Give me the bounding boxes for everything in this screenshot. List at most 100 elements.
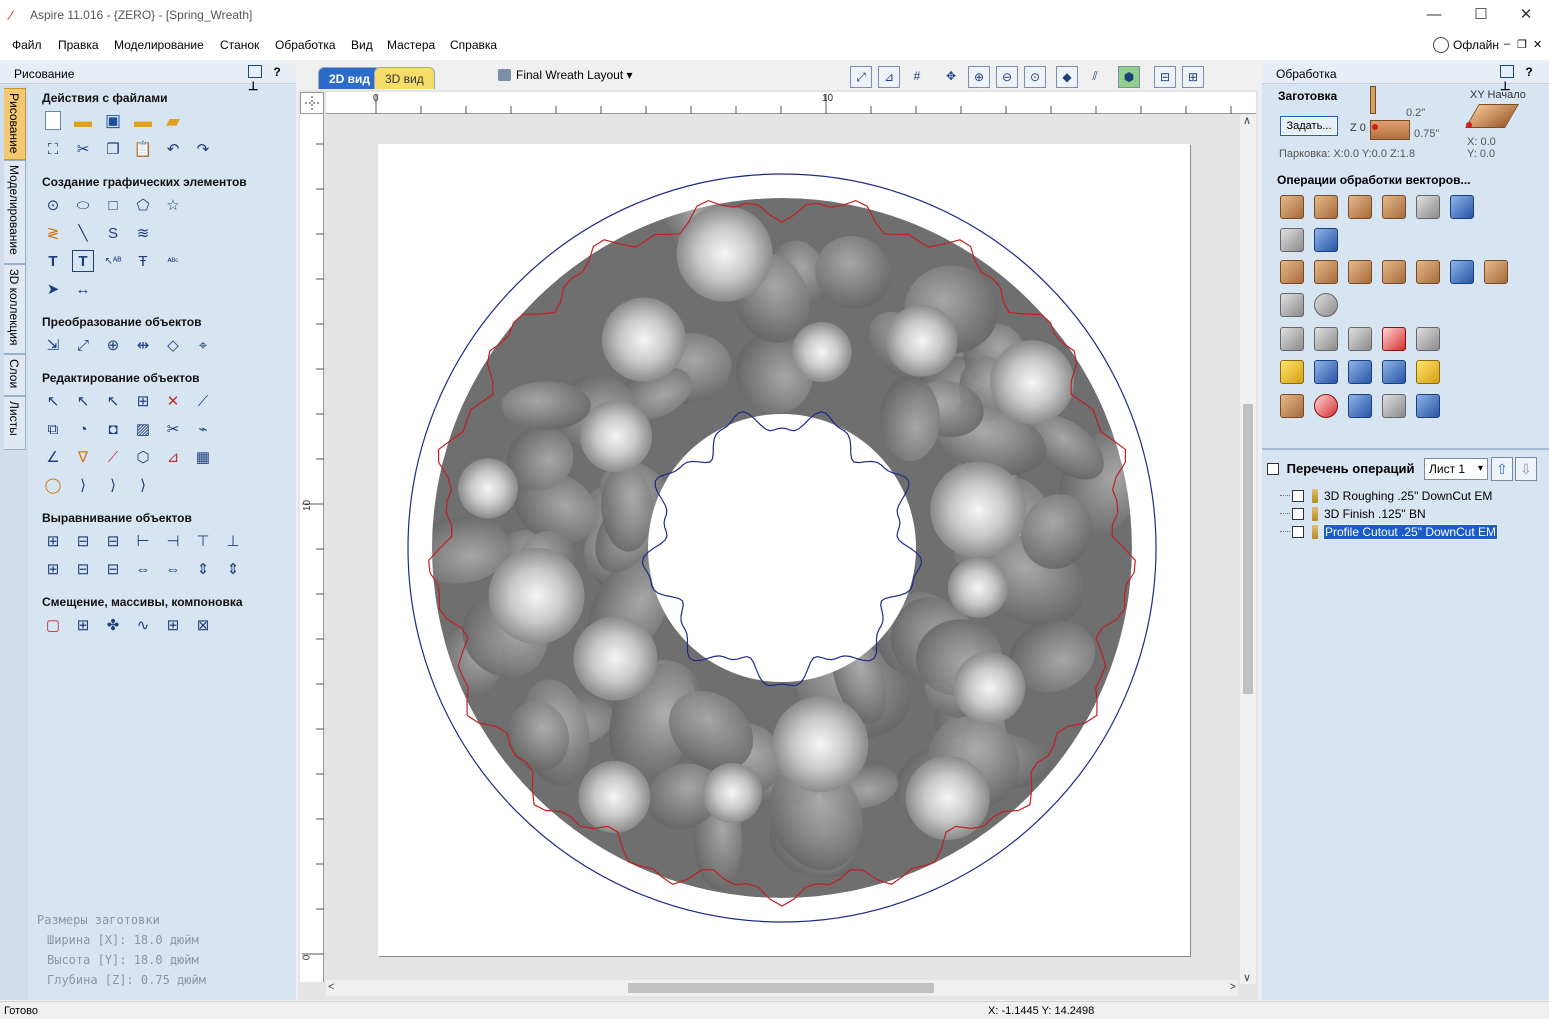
- 3d-profile-icon[interactable]: [1348, 260, 1372, 284]
- snap-grid-icon[interactable]: ⫽: [1084, 66, 1106, 88]
- mdi-minimize-button[interactable]: –: [1504, 38, 1510, 50]
- vcarve-toolpath-icon[interactable]: [1416, 195, 1440, 219]
- menu-file[interactable]: Файл: [12, 38, 42, 52]
- menu-modeling[interactable]: Моделирование: [114, 38, 204, 52]
- center-on-material-icon[interactable]: ⊞: [42, 558, 64, 580]
- calculator-icon[interactable]: [1416, 327, 1440, 351]
- nest-parts-icon[interactable]: ⊞: [162, 614, 184, 636]
- chamfer-toolpath-icon[interactable]: [1484, 260, 1508, 284]
- sheet-selector[interactable]: Лист 1 ▾: [1424, 458, 1488, 480]
- copy-toolpath-icon[interactable]: [1348, 327, 1372, 351]
- panel-splitter[interactable]: [1262, 448, 1549, 450]
- setup-sheet-icon[interactable]: [1382, 394, 1406, 418]
- bitmap-trace-icon[interactable]: ▦: [192, 446, 214, 468]
- mirror-icon[interactable]: ⇹: [132, 334, 154, 356]
- quick-engrave-icon[interactable]: [1382, 195, 1406, 219]
- undo-icon[interactable]: ↶: [162, 138, 184, 160]
- layout-selector[interactable]: Final Wreath Layout ▾: [498, 68, 633, 82]
- toolpath-summary-icon[interactable]: [1348, 394, 1372, 418]
- trim-icon[interactable]: ✂: [162, 418, 184, 440]
- weld-icon[interactable]: ⧉: [42, 418, 64, 440]
- scroll-up-arrow-icon[interactable]: ∧: [1243, 114, 1251, 127]
- wrapped-toolpath-icon[interactable]: [1450, 260, 1474, 284]
- circle-tool-icon[interactable]: ⊙: [42, 194, 64, 216]
- center-v-on-material-icon[interactable]: ⊟: [102, 558, 124, 580]
- subtract-icon[interactable]: ◔: [72, 418, 94, 440]
- edit-toolpath-icon[interactable]: [1314, 327, 1338, 351]
- toolpath-checkbox[interactable]: [1292, 508, 1304, 520]
- recalculate-icon[interactable]: [1314, 360, 1338, 384]
- redo-icon[interactable]: ↷: [192, 138, 214, 160]
- menu-view[interactable]: Вид: [351, 38, 373, 52]
- panel-dock-icon[interactable]: [1500, 65, 1514, 78]
- drawing-canvas[interactable]: 0 10 10 0 ∧ ∨ < >: [298, 90, 1258, 1000]
- pin-icon[interactable]: ⊥: [248, 79, 258, 93]
- preview-toolpaths-icon[interactable]: [1416, 360, 1440, 384]
- auto-layout-text-icon[interactable]: T: [72, 250, 94, 272]
- toolpath-checkbox[interactable]: [1292, 490, 1304, 502]
- extend-icon[interactable]: ⟋: [102, 446, 124, 468]
- scroll-left-arrow-icon[interactable]: <: [328, 981, 334, 993]
- split-view-v-icon[interactable]: ⊞: [1182, 66, 1204, 88]
- zoom-selection-icon[interactable]: ⊙: [1024, 66, 1046, 88]
- rectangle-tool-icon[interactable]: □: [102, 194, 124, 216]
- ellipse-tool-icon[interactable]: ⬭: [72, 194, 94, 216]
- nested-icon-b[interactable]: ⟩: [102, 474, 124, 496]
- panel-dock-icon[interactable]: [248, 65, 262, 78]
- paste-icon[interactable]: 📋: [132, 138, 154, 160]
- grid-icon[interactable]: #: [906, 66, 928, 88]
- toolpath-row[interactable]: 3D Finish .125" BN: [1280, 507, 1426, 525]
- material-setup-button[interactable]: Задать...: [1280, 116, 1338, 136]
- smooth-icon[interactable]: ∠: [42, 446, 64, 468]
- space-v-icon[interactable]: ⇕: [192, 558, 214, 580]
- align-left-icon[interactable]: ⊢: [132, 530, 154, 552]
- align-right-icon[interactable]: ⊣: [162, 530, 184, 552]
- profile-toolpath-icon[interactable]: [1280, 195, 1304, 219]
- polygon-tool-icon[interactable]: ⬠: [132, 194, 154, 216]
- save-toolpaths-icon[interactable]: [1416, 394, 1440, 418]
- 3d-roughing-icon[interactable]: [1280, 260, 1304, 284]
- menu-machine[interactable]: Станок: [220, 38, 259, 52]
- vertical-scrollbar[interactable]: ∧ ∨: [1240, 114, 1256, 984]
- select-tool-icon[interactable]: ↖: [42, 390, 64, 412]
- align-center-icon[interactable]: ⊕: [102, 334, 124, 356]
- online-status[interactable]: Офлайн: [1433, 37, 1499, 53]
- close-button[interactable]: ✕: [1503, 0, 1549, 30]
- align-center-both-icon[interactable]: ⊞: [42, 530, 64, 552]
- 3d-finishing-icon[interactable]: [1314, 260, 1338, 284]
- mdi-restore-button[interactable]: ❐: [1517, 38, 1527, 51]
- measure-icon[interactable]: ⟋: [192, 390, 214, 412]
- toolpath-list-master-checkbox[interactable]: [1267, 463, 1279, 475]
- toggle-toolpath-icon[interactable]: ⬢: [1118, 66, 1140, 88]
- scale-icon[interactable]: ⤢: [72, 334, 94, 356]
- polyline-tool-icon[interactable]: ≷: [42, 222, 64, 244]
- fill-pattern-icon[interactable]: ▨: [132, 418, 154, 440]
- toolpath-template-icon[interactable]: [1280, 293, 1304, 317]
- tab-3d-view[interactable]: 3D вид: [374, 67, 435, 89]
- tab-toolpaths-icon[interactable]: ◯: [42, 474, 64, 496]
- transform-center-icon[interactable]: ⌖: [192, 334, 214, 356]
- close-vectors-icon[interactable]: ⬡: [132, 446, 154, 468]
- text-on-curve-icon[interactable]: ↖ᴬᴮ: [102, 250, 124, 272]
- dimension-tool-icon[interactable]: ↔: [72, 278, 94, 300]
- space-h-icon[interactable]: ⇔: [132, 558, 154, 580]
- moulding-toolpath-icon[interactable]: [1416, 260, 1440, 284]
- snap-vectors-icon[interactable]: ◆: [1056, 66, 1078, 88]
- distort-icon[interactable]: ◇: [162, 334, 184, 356]
- vertical-scroll-thumb[interactable]: [1243, 404, 1253, 694]
- ungroup-icon[interactable]: ✕: [162, 390, 184, 412]
- align-bottom-icon[interactable]: ⊥: [222, 530, 244, 552]
- intersect-icon[interactable]: ◘: [102, 418, 124, 440]
- material-sheet[interactable]: [378, 144, 1190, 956]
- maximize-button[interactable]: ☐: [1458, 0, 1504, 30]
- zoom-material-icon[interactable]: ⊿: [878, 66, 900, 88]
- text-tool-icon[interactable]: T: [42, 250, 64, 272]
- zoom-extents-icon[interactable]: ⤢: [850, 66, 872, 88]
- open-file-icon[interactable]: ▬: [72, 110, 94, 132]
- scroll-down-arrow-icon[interactable]: ∨: [1243, 971, 1251, 984]
- material-preview-icon[interactable]: [1280, 394, 1304, 418]
- zoom-out-icon[interactable]: ⊖: [996, 66, 1018, 88]
- prism-toolpath-icon[interactable]: [1314, 228, 1338, 252]
- horizontal-scrollbar[interactable]: < >: [326, 980, 1238, 996]
- space-v2-icon[interactable]: ⇕: [222, 558, 244, 580]
